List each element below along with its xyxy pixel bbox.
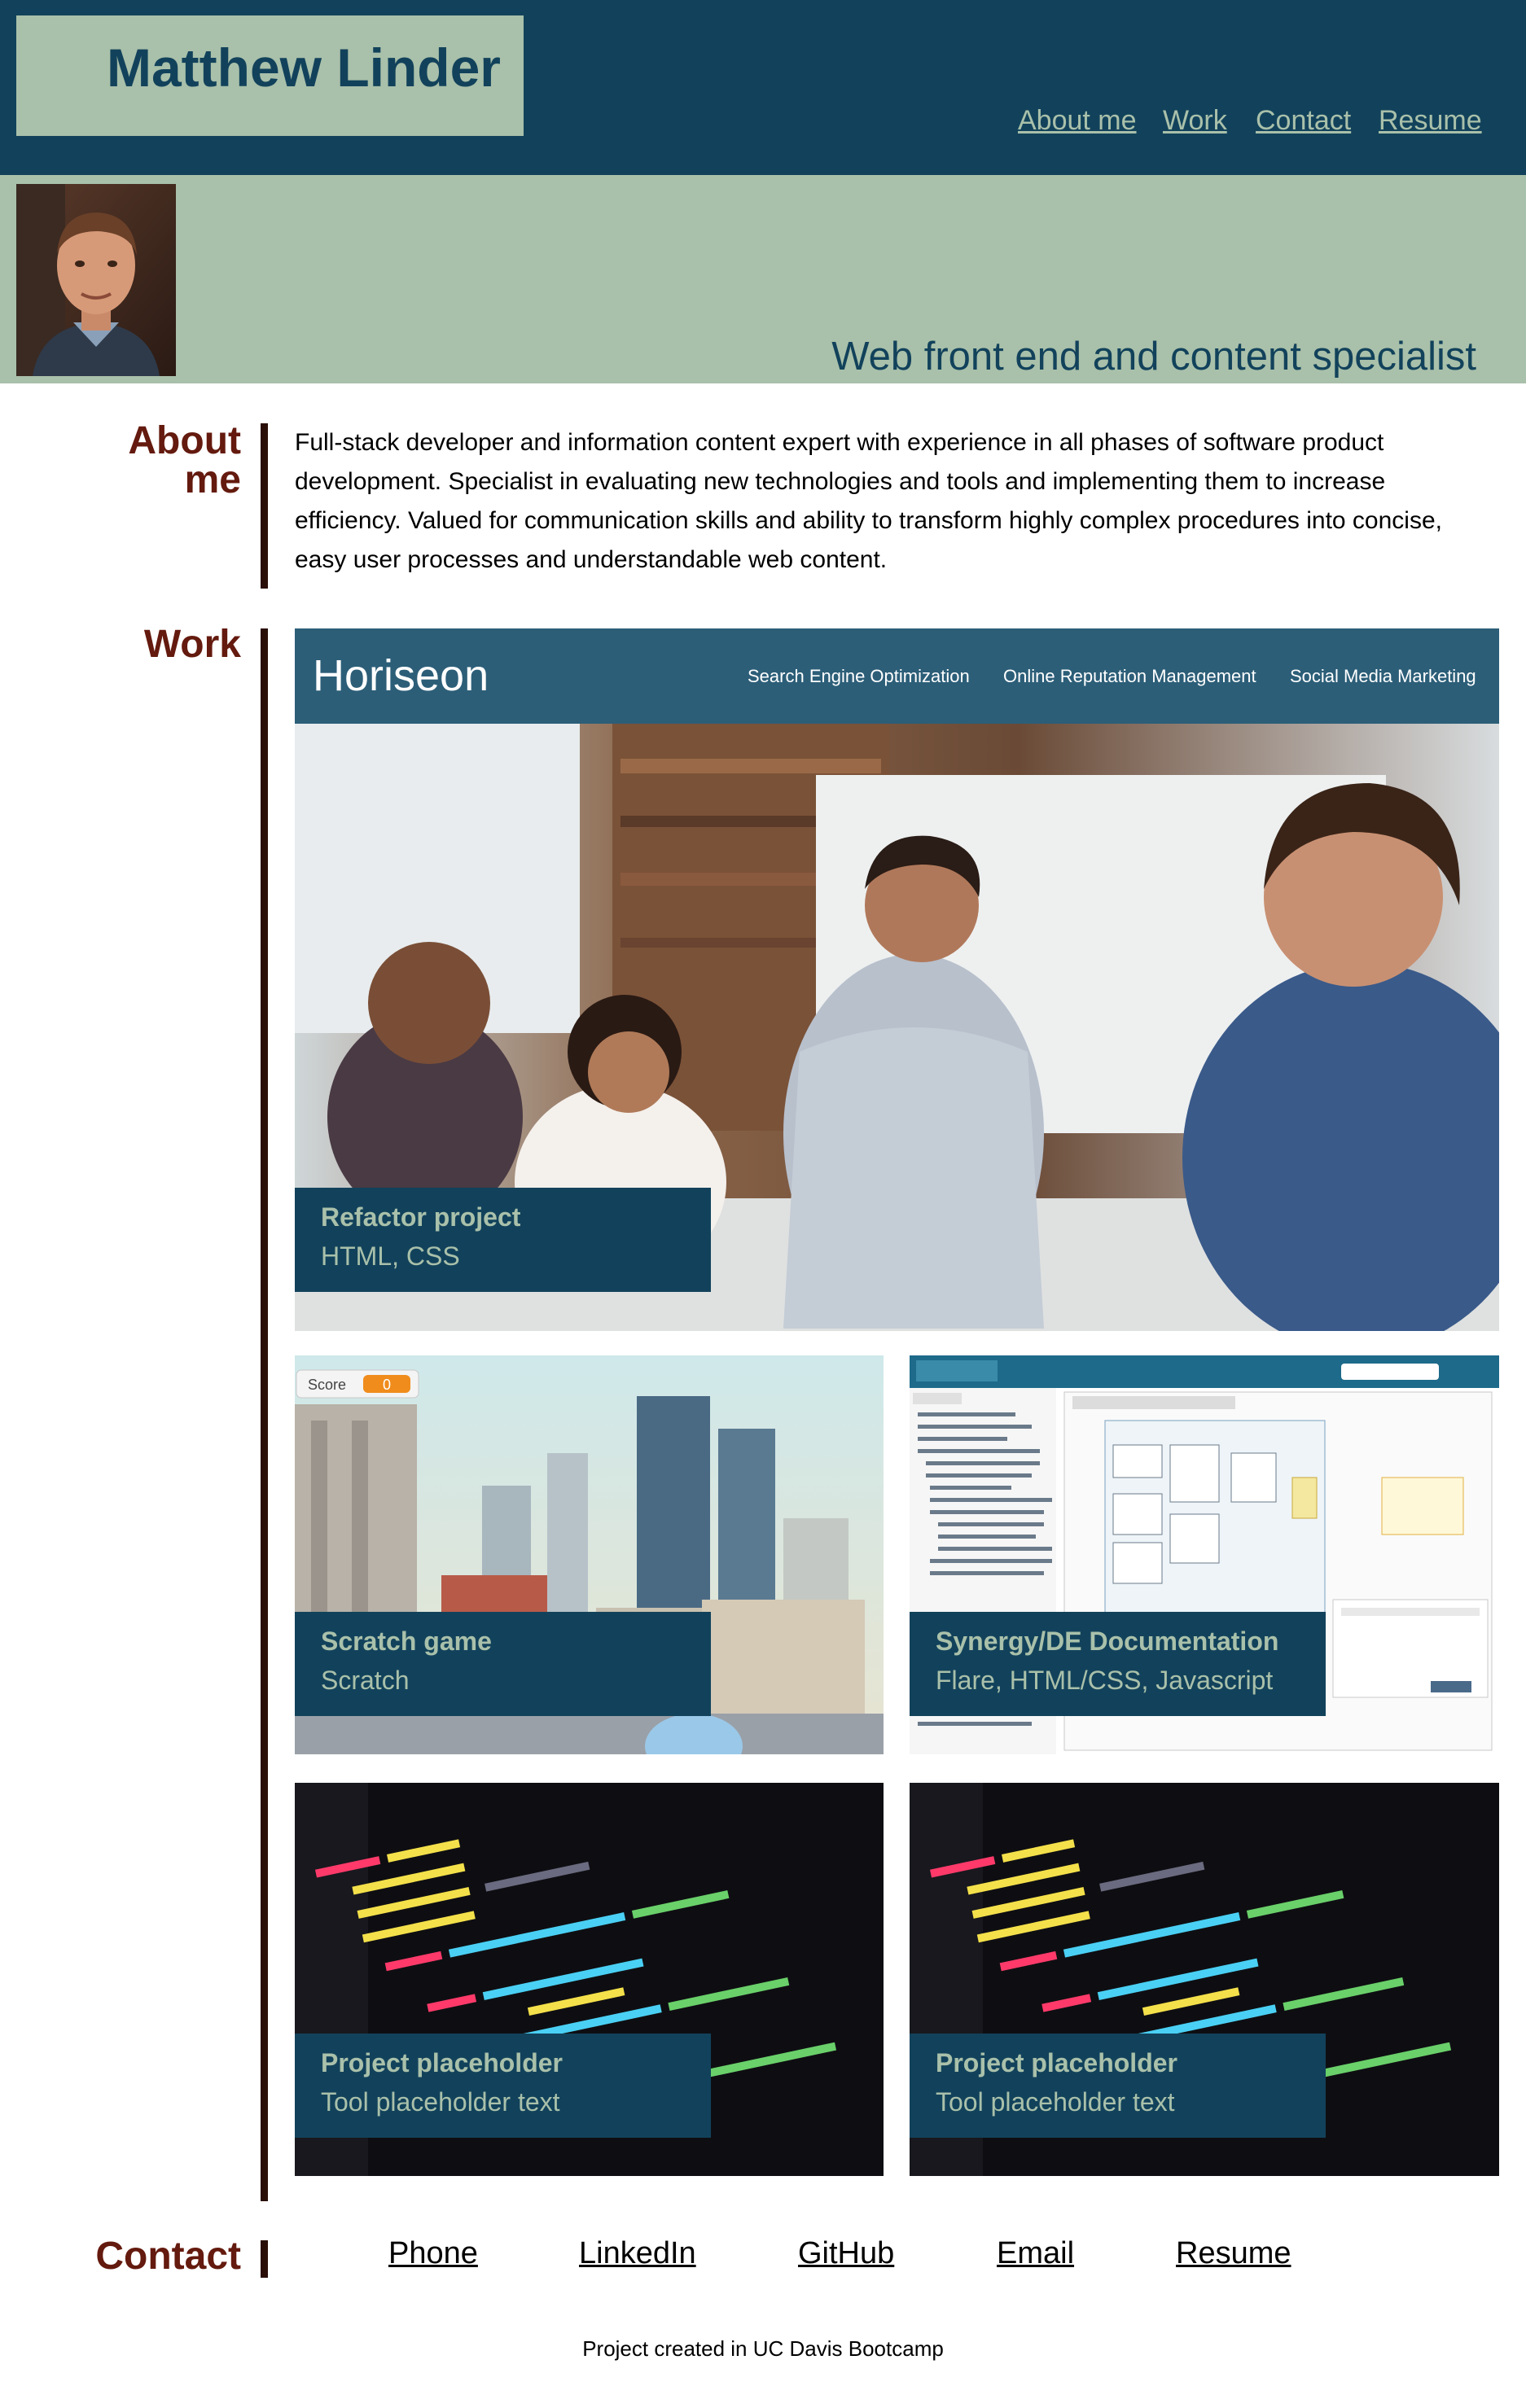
score-value: 0 <box>383 1377 391 1393</box>
contact-heading: Contact <box>95 2235 241 2278</box>
footer-text: Project created in UC Davis Bootcamp <box>582 2336 944 2361</box>
project-card-synergy[interactable]: Synergy/DE Documentation Flare, HTML/CSS… <box>910 1355 1499 1754</box>
project-title: Project placeholder <box>936 2048 1177 2077</box>
nav-about-me[interactable]: About me <box>1018 105 1137 137</box>
project-card-placeholder-2[interactable]: Project placeholder Tool placeholder tex… <box>910 1783 1499 2176</box>
project-tools: Tool placeholder text <box>321 2087 560 2117</box>
about-heading: About me <box>81 422 241 500</box>
project-tools: Tool placeholder text <box>936 2087 1175 2117</box>
site-name: Matthew Linder <box>106 37 501 98</box>
work-heading: Work <box>143 623 241 666</box>
project-caption: Project placeholder Tool placeholder tex… <box>910 2034 1326 2138</box>
project-caption: Refactor project HTML, CSS <box>295 1188 711 1292</box>
contact-linkedin-link[interactable]: LinkedIn <box>579 2236 696 2271</box>
contact-github-link[interactable]: GitHub <box>798 2236 894 2271</box>
work-rule <box>261 628 268 2201</box>
about-rule <box>261 423 268 589</box>
project-caption: Synergy/DE Documentation Flare, HTML/CSS… <box>910 1612 1326 1716</box>
contact-rule <box>261 2240 268 2278</box>
horiseon-nav-seo: Search Engine Optimization <box>748 666 970 686</box>
project-tools: Flare, HTML/CSS, Javascript <box>936 1666 1274 1695</box>
nav-work[interactable]: Work <box>1163 105 1227 137</box>
about-text: Full-stack developer and information con… <box>295 429 1442 573</box>
project-card-refactor[interactable]: Horiseon Search Engine Optimization Onli… <box>295 628 1499 1331</box>
contact-phone-link[interactable]: Phone <box>388 2236 478 2271</box>
project-title: Scratch game <box>321 1626 492 1656</box>
project-title: Synergy/DE Documentation <box>936 1626 1279 1656</box>
project-title: Refactor project <box>321 1202 521 1232</box>
project-tools: HTML, CSS <box>321 1241 460 1271</box>
horiseon-logo: Horiseon <box>313 651 489 700</box>
project-caption: Project placeholder Tool placeholder tex… <box>295 2034 711 2138</box>
score-label: Score <box>308 1377 346 1393</box>
nav-resume[interactable]: Resume <box>1379 105 1482 137</box>
project-card-placeholder-1[interactable]: Project placeholder Tool placeholder tex… <box>295 1783 884 2176</box>
project-card-scratch[interactable]: Score 0 Scratch game Scratch <box>295 1355 884 1754</box>
about-heading-line1: About <box>128 419 241 462</box>
profile-photo <box>16 184 176 376</box>
about-heading-line2: me <box>184 458 241 501</box>
horiseon-nav-smm: Social Media Marketing <box>1290 666 1476 686</box>
name-box: Matthew Linder <box>16 15 524 136</box>
horiseon-nav-orm: Online Reputation Management <box>1003 666 1256 686</box>
nav-contact[interactable]: Contact <box>1256 105 1351 137</box>
project-caption: Scratch game Scratch <box>295 1612 711 1716</box>
contact-resume-link[interactable]: Resume <box>1176 2236 1291 2271</box>
project-title: Project placeholder <box>321 2048 563 2077</box>
project-tools: Scratch <box>321 1666 410 1695</box>
tagline: Web front end and content specialist <box>831 335 1476 379</box>
contact-email-link[interactable]: Email <box>997 2236 1074 2271</box>
hero-banner: Web front end and content specialist <box>0 175 1526 383</box>
site-header: Matthew Linder About me Work Contact Res… <box>0 0 1526 175</box>
